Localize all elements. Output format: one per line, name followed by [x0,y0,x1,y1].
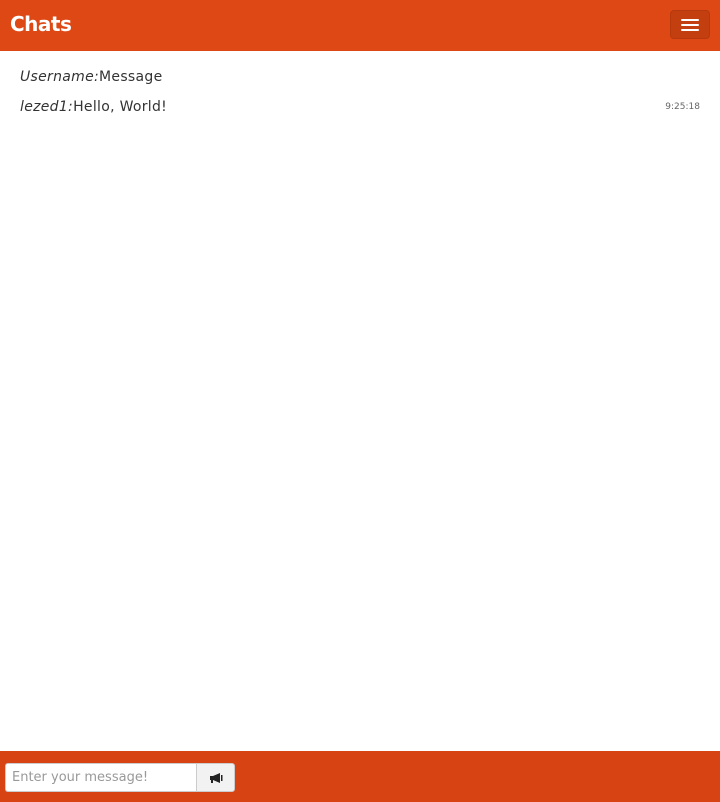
message-username: lezed1: [20,99,74,115]
message-row: lezed1:Hello, World! 9:25:18 [20,99,700,121]
message-input[interactable] [5,763,196,792]
app-title[interactable]: Chats [10,12,72,36]
chat-app: Chats Username:Message lezed1:Hello, Wor… [0,0,720,802]
message-header-row: Username:Message [20,69,700,91]
send-button[interactable] [196,763,235,792]
message-text: Message [99,69,163,85]
message-list: Username:Message lezed1:Hello, World! 9:… [0,51,720,751]
navbar: Chats [0,0,720,51]
message-username: Username: [20,69,100,85]
hamburger-menu-icon [681,19,699,21]
message-text: Hello, World! [73,99,168,115]
megaphone-icon [209,772,222,783]
message-timestamp: 9:25:18 [665,102,700,112]
menu-toggle-button[interactable] [670,10,710,39]
composer-bar [0,751,720,802]
hamburger-menu-icon-line [681,24,699,26]
hamburger-menu-icon-line [681,29,699,31]
